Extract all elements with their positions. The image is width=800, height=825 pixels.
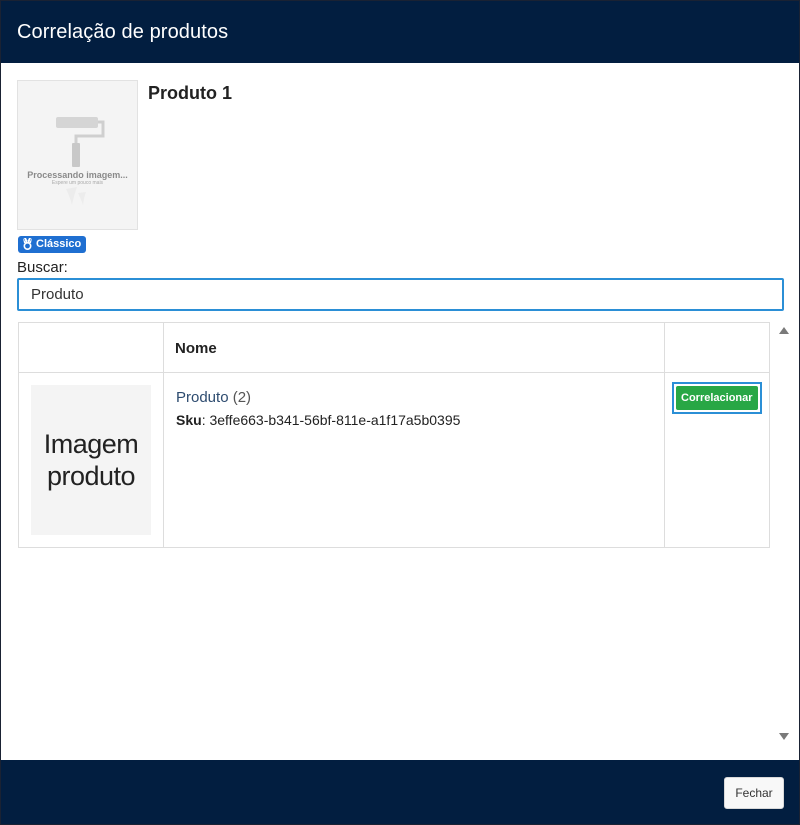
modal-title: Correlação de produtos bbox=[17, 21, 229, 43]
row-name-cell: Produto (2) Sku: 3effe663-b341-56bf-811e… bbox=[163, 372, 665, 548]
product-thumbnail: Processando imagem... Espere um pouco ma… bbox=[17, 80, 138, 230]
listing-type-badge: Clássico bbox=[18, 236, 87, 253]
close-button[interactable]: Fechar bbox=[724, 777, 784, 809]
medal-icon bbox=[23, 238, 32, 250]
column-header-action bbox=[664, 322, 770, 373]
product-image-placeholder: Imagem produto bbox=[31, 385, 151, 535]
sku-value: : 3effe663-b341-56bf-811e-a1f17a5b0395 bbox=[201, 412, 461, 428]
scroll-down-arrow-icon[interactable] bbox=[779, 733, 789, 740]
row-image-cell: Imagem produto bbox=[18, 372, 164, 548]
modal-header: Correlação de produtos bbox=[1, 1, 799, 63]
modal-body: Processando imagem... Espere um pouco ma… bbox=[1, 63, 799, 760]
product-link[interactable]: Produto (2) bbox=[176, 389, 652, 406]
table-header-row: Nome bbox=[18, 322, 770, 373]
results-table: Nome Imagem produto Produto (2) Sku: 3ef… bbox=[18, 322, 770, 548]
vertical-scrollbar[interactable] bbox=[776, 325, 790, 745]
product-count: (2) bbox=[232, 389, 252, 406]
search-input[interactable] bbox=[17, 278, 784, 311]
sku-line: Sku: 3effe663-b341-56bf-811e-a1f17a5b039… bbox=[176, 412, 652, 428]
scroll-up-arrow-icon[interactable] bbox=[779, 327, 789, 334]
correlate-button[interactable]: Correlacionar bbox=[676, 386, 758, 410]
thumbnail-subtext: Espere um pouco mais bbox=[51, 180, 104, 186]
product-image-text-line2: produto bbox=[46, 461, 136, 491]
sku-label: Sku bbox=[176, 412, 202, 428]
correlate-button-focus-ring: Correlacionar bbox=[672, 382, 762, 414]
thumbnail-processing-text: Processando imagem... bbox=[27, 170, 128, 180]
modal-footer: Fechar bbox=[1, 760, 799, 824]
column-header-name: Nome bbox=[163, 322, 665, 373]
table-row: Imagem produto Produto (2) Sku: 3effe663… bbox=[18, 372, 770, 548]
product-name: Produto 1 bbox=[148, 83, 232, 103]
correlation-modal: Correlação de produtos Processando image… bbox=[0, 0, 800, 825]
search-label: Buscar: bbox=[17, 259, 68, 276]
product-link-name[interactable]: Produto bbox=[176, 389, 229, 406]
row-action-cell: Correlacionar bbox=[664, 372, 770, 548]
results-table-container: Nome Imagem produto Produto (2) Sku: 3ef… bbox=[18, 322, 770, 548]
badge-label: Clássico bbox=[36, 238, 82, 250]
paint-roller-icon bbox=[56, 117, 105, 205]
product-image-text-line1: Imagem bbox=[43, 429, 139, 459]
column-header-image bbox=[18, 322, 164, 373]
